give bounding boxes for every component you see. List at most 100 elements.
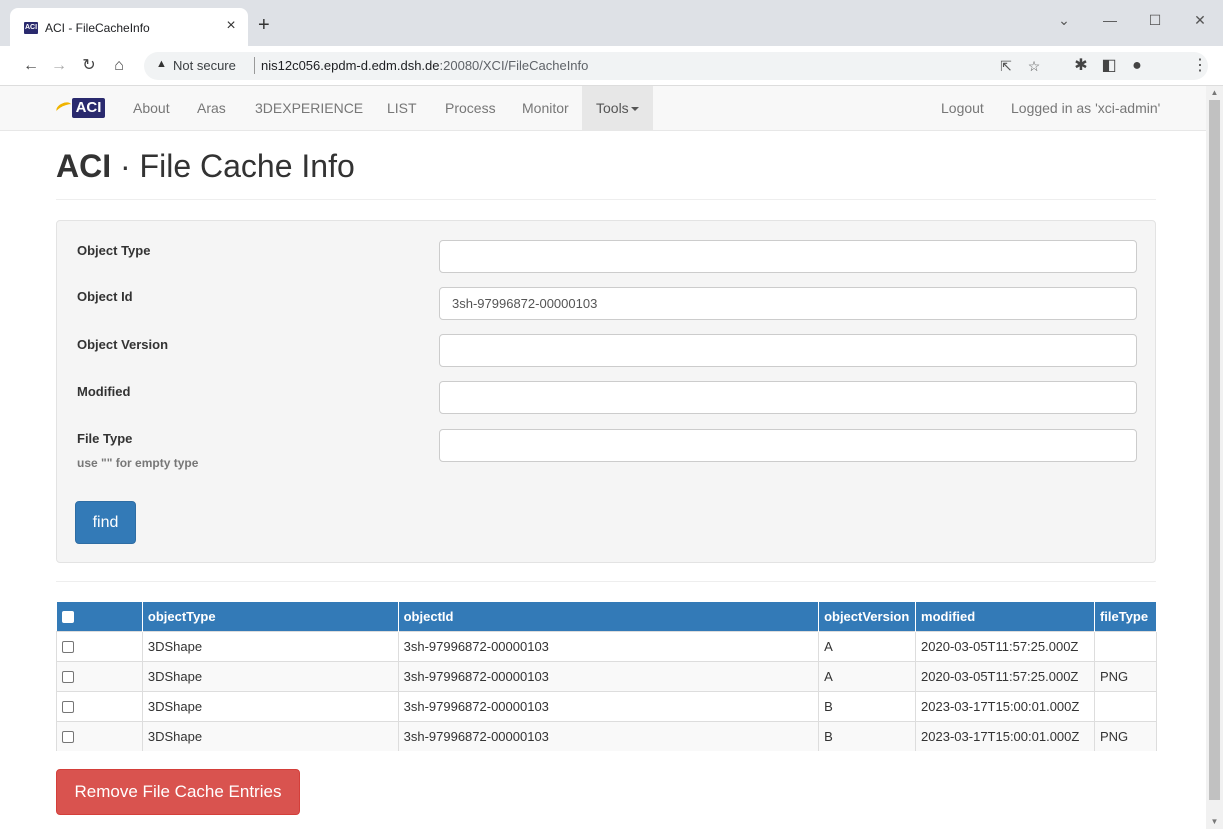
new-tab-icon[interactable]: + bbox=[258, 15, 270, 35]
modified-input[interactable] bbox=[439, 381, 1137, 414]
cell-object-type: 3DShape bbox=[142, 720, 399, 751]
address-bar[interactable]: ▲ Not secure nis12c056.epdm-d.edm.dsh.de… bbox=[144, 52, 1208, 80]
object-id-input[interactable] bbox=[439, 287, 1137, 320]
nav-logout[interactable]: Logout bbox=[941, 86, 984, 131]
object-type-label: Object Type bbox=[77, 243, 151, 258]
brand-logo[interactable]: ACI bbox=[54, 97, 108, 121]
share-icon[interactable]: ⇱ bbox=[996, 56, 1016, 76]
search-form: Object Type Object Id Object Version Mod… bbox=[56, 220, 1156, 563]
row-select-cell bbox=[56, 630, 143, 661]
row-checkbox[interactable] bbox=[62, 671, 74, 684]
object-version-label: Object Version bbox=[77, 337, 169, 352]
row-checkbox[interactable] bbox=[62, 701, 74, 714]
home-icon[interactable]: ⌂ bbox=[108, 55, 130, 77]
cell-object-id: 3sh-97996872-00000103 bbox=[398, 630, 820, 661]
tab-favicon-icon: ACI bbox=[24, 22, 38, 34]
file-type-label: File Type bbox=[77, 431, 133, 446]
tab-close-icon[interactable]: × bbox=[222, 17, 240, 35]
header-divider bbox=[56, 199, 1156, 200]
cell-object-type: 3DShape bbox=[142, 690, 399, 721]
maximize-icon[interactable]: ☐ bbox=[1137, 8, 1173, 32]
forward-icon[interactable]: → bbox=[48, 55, 70, 77]
cell-object-id: 3sh-97996872-00000103 bbox=[398, 690, 820, 721]
extensions-icon[interactable]: ✱ bbox=[1070, 55, 1092, 77]
object-id-label: Object Id bbox=[77, 289, 133, 304]
cell-object-version: A bbox=[818, 660, 917, 691]
cell-file-type: PNG bbox=[1094, 720, 1158, 751]
back-icon[interactable]: ← bbox=[20, 55, 42, 77]
page-title: ACI · File Cache Info bbox=[56, 148, 355, 185]
nav-tools-dropdown[interactable]: Tools bbox=[582, 86, 653, 131]
cell-file-type bbox=[1094, 630, 1158, 661]
object-type-input[interactable] bbox=[439, 240, 1137, 273]
page-title-brand: ACI bbox=[56, 148, 112, 184]
nav-list[interactable]: LIST bbox=[387, 86, 417, 131]
warning-icon[interactable]: ▲ bbox=[156, 58, 167, 70]
row-checkbox[interactable] bbox=[62, 641, 74, 654]
cell-modified: 2020-03-05T11:57:25.000Z bbox=[915, 660, 1095, 691]
security-status[interactable]: Not secure bbox=[173, 58, 236, 73]
minimize-icon[interactable]: — bbox=[1092, 8, 1128, 32]
url-text[interactable]: nis12c056.epdm-d.edm.dsh.de:20080/XCI/Fi… bbox=[261, 58, 588, 73]
address-separator bbox=[254, 57, 255, 74]
profile-icon[interactable]: ● bbox=[1126, 55, 1148, 77]
scrollbar-thumb[interactable] bbox=[1209, 100, 1220, 800]
bookmark-star-icon[interactable]: ☆ bbox=[1024, 56, 1044, 76]
caret-down-icon bbox=[630, 107, 639, 112]
column-header-modified[interactable]: modified bbox=[915, 602, 1095, 631]
remove-file-cache-entries-button[interactable]: Remove File Cache Entries bbox=[56, 769, 300, 815]
object-version-input[interactable] bbox=[439, 334, 1137, 367]
cell-file-type bbox=[1094, 690, 1158, 721]
cell-modified: 2020-03-05T11:57:25.000Z bbox=[915, 630, 1095, 661]
close-window-icon[interactable]: ✕ bbox=[1182, 8, 1218, 32]
file-type-input[interactable] bbox=[439, 429, 1137, 462]
scroll-down-arrow-icon[interactable]: ▼ bbox=[1206, 815, 1223, 829]
table-row[interactable]: 3DShape 3sh-97996872-00000103 A 2020-03-… bbox=[56, 660, 1158, 691]
nav-aras[interactable]: Aras bbox=[197, 86, 226, 131]
row-checkbox[interactable] bbox=[62, 731, 74, 744]
nav-tools-label: Tools bbox=[596, 100, 629, 116]
column-header-object-id[interactable]: objectId bbox=[398, 602, 820, 631]
side-panel-icon[interactable]: ◧ bbox=[1098, 55, 1120, 77]
logged-in-user[interactable]: Logged in as 'xci-admin' bbox=[1011, 86, 1160, 131]
page-title-text: · File Cache Info bbox=[111, 148, 355, 184]
modified-label: Modified bbox=[77, 384, 131, 399]
cell-object-version: B bbox=[818, 690, 917, 721]
table-row[interactable]: 3DShape 3sh-97996872-00000103 A 2020-03-… bbox=[56, 630, 1158, 661]
table-row[interactable]: 3DShape 3sh-97996872-00000103 B 2023-03-… bbox=[56, 720, 1158, 751]
column-header-file-type[interactable]: fileType bbox=[1094, 602, 1158, 631]
reload-icon[interactable]: ↻ bbox=[78, 55, 100, 77]
file-type-hint: use "" for empty type bbox=[77, 456, 199, 470]
cell-object-type: 3DShape bbox=[142, 630, 399, 661]
select-all-checkbox[interactable] bbox=[61, 611, 74, 624]
logo-text: ACI bbox=[72, 98, 105, 118]
page-content: ACI About Aras 3DEXPERIENCE LIST Process… bbox=[0, 86, 1206, 829]
nav-3dexperience[interactable]: 3DEXPERIENCE bbox=[255, 86, 363, 131]
row-select-cell bbox=[56, 690, 143, 721]
nav-about[interactable]: About bbox=[133, 86, 170, 131]
menu-kebab-icon[interactable]: ⋮ bbox=[1192, 55, 1208, 77]
nav-process[interactable]: Process bbox=[445, 86, 496, 131]
table-header-row: objectType objectId objectVersion modifi… bbox=[56, 602, 1158, 631]
column-header-object-version[interactable]: objectVersion bbox=[818, 602, 917, 631]
nav-monitor[interactable]: Monitor bbox=[522, 86, 569, 131]
find-button[interactable]: find bbox=[75, 501, 136, 544]
row-select-cell bbox=[56, 660, 143, 691]
browser-toolbar: ← → ↻ ⌂ ▲ Not secure nis12c056.epdm-d.ed… bbox=[0, 46, 1223, 86]
cell-object-id: 3sh-97996872-00000103 bbox=[398, 660, 820, 691]
cell-modified: 2023-03-17T15:00:01.000Z bbox=[915, 690, 1095, 721]
cell-modified: 2023-03-17T15:00:01.000Z bbox=[915, 720, 1095, 751]
scroll-up-arrow-icon[interactable]: ▲ bbox=[1206, 86, 1223, 100]
column-header-object-type[interactable]: objectType bbox=[142, 602, 399, 631]
page-scrollbar[interactable]: ▲ ▼ bbox=[1206, 86, 1223, 829]
browser-tab-strip: ACI ACI - FileCacheInfo × + ⌄ — ☐ ✕ bbox=[0, 0, 1223, 46]
tab-search-icon[interactable]: ⌄ bbox=[1046, 8, 1082, 32]
logo-swoosh-icon bbox=[54, 100, 74, 116]
select-all-header bbox=[56, 602, 143, 631]
tab-title: ACI - FileCacheInfo bbox=[45, 21, 150, 35]
browser-tab[interactable]: ACI ACI - FileCacheInfo × bbox=[10, 8, 248, 46]
section-divider bbox=[56, 581, 1156, 582]
app-navbar: ACI About Aras 3DEXPERIENCE LIST Process… bbox=[0, 86, 1206, 131]
table-row[interactable]: 3DShape 3sh-97996872-00000103 B 2023-03-… bbox=[56, 690, 1158, 721]
results-table: objectType objectId objectVersion modifi… bbox=[56, 602, 1158, 751]
